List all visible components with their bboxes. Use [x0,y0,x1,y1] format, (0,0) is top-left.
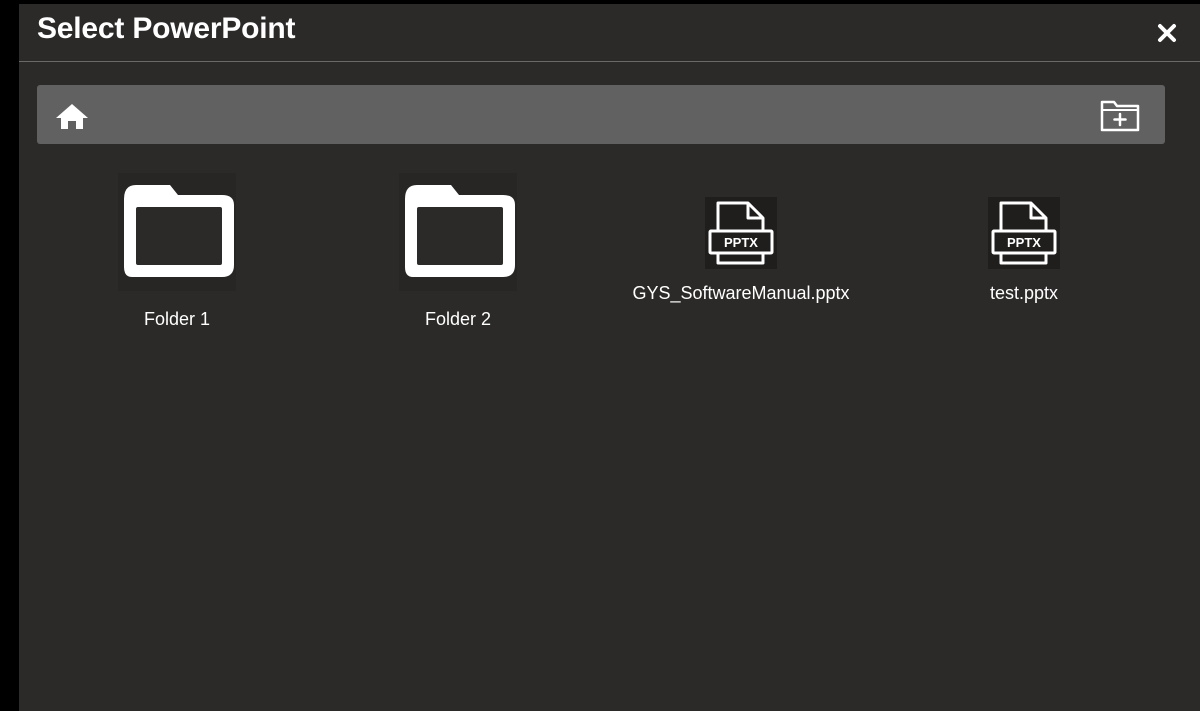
item-label: Folder 2 [424,309,492,329]
home-icon [56,104,88,129]
folder-item[interactable]: Folder 2 [333,173,583,334]
file-badge: PPTX [724,235,758,250]
file-badge: PPTX [1007,235,1041,250]
folder-icon [118,173,236,291]
item-label: test.pptx [989,283,1059,303]
file-item[interactable]: PPTX GYS_SoftwareManual.pptx [616,173,866,308]
folder-item[interactable]: Folder 1 [52,173,302,334]
new-folder-button[interactable] [1099,98,1141,132]
home-button[interactable] [54,101,90,131]
folder-icon [399,173,517,291]
select-powerpoint-dialog: Select PowerPoint Folder 1 Folder 2 PPTX… [19,4,1200,711]
navigation-toolbar [37,85,1165,144]
item-label: GYS_SoftwareManual.pptx [632,283,850,303]
new-folder-icon [1100,100,1140,132]
pptx-file-icon: PPTX [705,197,777,269]
close-button[interactable] [1152,18,1182,48]
file-item[interactable]: PPTX test.pptx [899,173,1149,308]
title-bar: Select PowerPoint [19,4,1200,62]
pptx-file-icon: PPTX [988,197,1060,269]
close-icon [1158,24,1176,42]
item-label: Folder 1 [143,309,211,329]
dialog-title: Select PowerPoint [37,12,296,45]
